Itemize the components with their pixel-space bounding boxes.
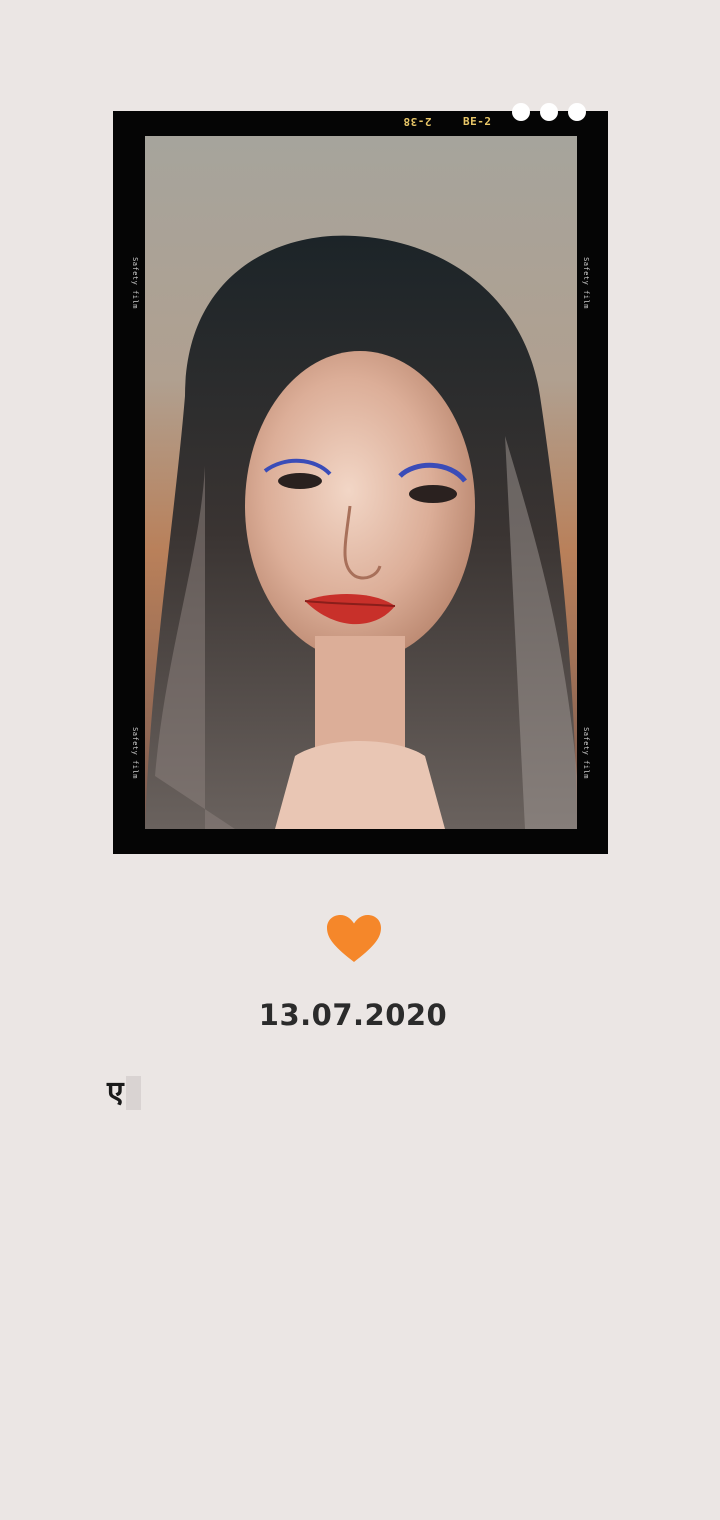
perforation-dot: [512, 103, 530, 121]
film-perforations: [512, 103, 586, 121]
frame-code-left: 2-38: [403, 115, 432, 128]
film-side-mark: Safety film: [130, 727, 139, 779]
film-side-mark: Safety film: [582, 257, 591, 309]
typing-line: ए: [107, 1074, 141, 1112]
typed-text: ए: [107, 1075, 124, 1110]
perforation-dot: [568, 103, 586, 121]
text-cursor: [125, 1076, 141, 1110]
perforation-dot: [540, 103, 558, 121]
film-side-mark: Safety film: [130, 257, 139, 309]
film-frame: 2-38 BE-2 Safety film Safety film Safety…: [113, 103, 608, 854]
frame-code-right: BE-2: [463, 115, 492, 128]
story-page: 2-38 BE-2 Safety film Safety film Safety…: [0, 0, 720, 1520]
portrait-photo: [145, 136, 577, 829]
date-label: 13.07.2020: [258, 998, 448, 1032]
film-side-mark: Safety film: [582, 727, 591, 779]
heart-icon[interactable]: [326, 914, 382, 964]
